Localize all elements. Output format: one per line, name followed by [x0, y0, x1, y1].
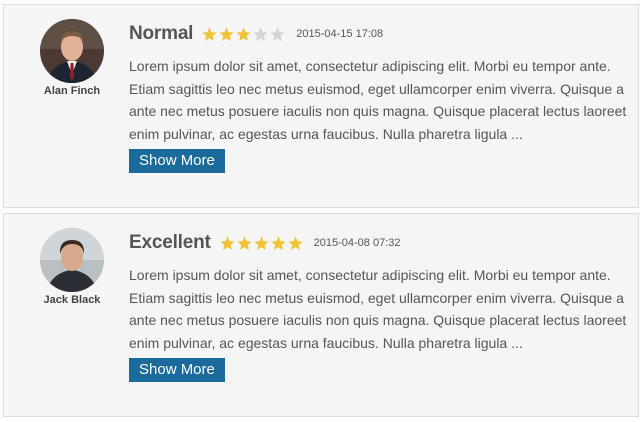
show-more-button[interactable]: Show More — [129, 149, 225, 173]
author-name: Jack Black — [43, 294, 101, 306]
star-icon — [253, 235, 270, 252]
author-name: Alan Finch — [43, 85, 101, 97]
review-content: Excellent 2015-04-08 07:32 Lorem ipsum d… — [129, 230, 629, 382]
avatar — [40, 19, 104, 83]
star-icon — [236, 235, 253, 252]
star-icon — [287, 235, 304, 252]
star-icon — [201, 26, 218, 43]
review-headline: Excellent 2015-04-08 07:32 — [129, 230, 629, 256]
review-headline: Normal 2015-04-15 17:08 — [129, 21, 629, 47]
review-content: Normal 2015-04-15 17:08 Lorem ipsum dolo… — [129, 21, 629, 173]
review-text: Lorem ipsum dolor sit amet, consectetur … — [129, 267, 627, 351]
review-card: Alan Finch Normal 2015-04-15 17:08 Lorem… — [3, 4, 639, 208]
star-rating — [201, 26, 286, 43]
star-icon — [269, 26, 286, 43]
star-icon — [219, 235, 236, 252]
review-text: Lorem ipsum dolor sit amet, consectetur … — [129, 58, 627, 142]
review-card: Jack Black Excellent 2015-04-08 07:32 Lo… — [3, 213, 639, 417]
review-author: Jack Black — [30, 228, 114, 306]
star-icon — [218, 26, 235, 43]
show-more-button[interactable]: Show More — [129, 358, 225, 382]
star-icon — [235, 26, 252, 43]
star-rating — [219, 235, 304, 252]
review-author: Alan Finch — [30, 19, 114, 97]
avatar — [40, 228, 104, 292]
rating-title: Normal — [129, 23, 194, 44]
rating-title: Excellent — [129, 232, 211, 253]
star-icon — [252, 26, 269, 43]
star-icon — [270, 235, 287, 252]
review-timestamp: 2015-04-15 17:08 — [296, 28, 384, 40]
review-timestamp: 2015-04-08 07:32 — [313, 237, 401, 249]
